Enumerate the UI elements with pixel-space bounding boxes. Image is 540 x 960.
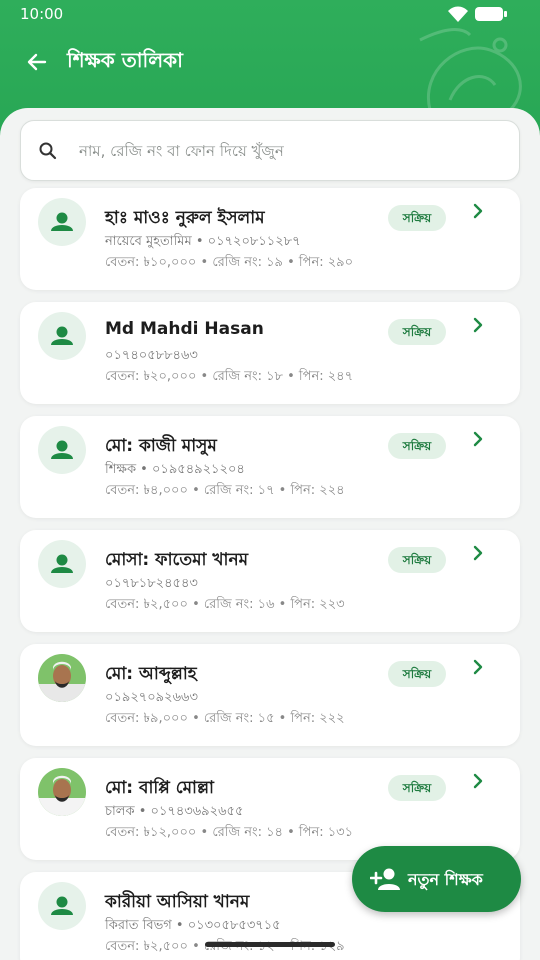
chevron-right-icon[interactable]: [468, 657, 488, 677]
chevron-right-icon[interactable]: [468, 429, 488, 449]
chevron-right-icon[interactable]: [468, 315, 488, 335]
teacher-role-phone: শিক্ষক • ০১৯৫৪৯২১২০৪: [105, 462, 245, 477]
page-title: শিক্ষক তালিকা: [67, 48, 183, 72]
teacher-salary-info: বেতন: ৳১০,০০০ • রেজি নং: ১৯ • পিন: ২৯০: [105, 255, 354, 270]
status-badge: সক্রিয়: [388, 319, 446, 345]
search-input[interactable]: [79, 133, 499, 169]
teacher-card[interactable]: মোসা: ফাতেমা খানম ০১৭৮১৮২৪৫৪৩ বেতন: ৳২,৫০০…: [20, 530, 520, 632]
status-badge: সক্রিয়: [388, 547, 446, 573]
teacher-salary-info: বেতন: ৳১২,০০০ • রেজি নং: ১৪ • পিন: ১৩১: [105, 825, 354, 840]
battery-icon: [475, 7, 507, 21]
avatar: [38, 654, 86, 702]
chevron-right-icon[interactable]: [468, 201, 488, 221]
add-teacher-button[interactable]: নতুন শিক্ষক: [352, 846, 521, 912]
teacher-role-phone: চালক • ০১৭৪৩৬৯২৬৫৫: [105, 804, 244, 819]
teacher-salary-info: বেতন: ৳২,৫০০ • রেজি নং: ১৬ • পিন: ২২৩: [105, 597, 345, 612]
avatar: [38, 312, 86, 360]
status-badge: সক্রিয়: [388, 433, 446, 459]
status-time: 10:00: [20, 5, 64, 23]
avatar: [38, 540, 86, 588]
profile-photo: [38, 654, 86, 702]
avatar: [38, 198, 86, 246]
person-icon: [51, 212, 73, 231]
status-badge: সক্রিয়: [388, 775, 446, 801]
teacher-card[interactable]: Md Mahdi Hasan ০১৭৪০৫৮৮৪৬৩ বেতন: ৳২০,০০০ •…: [20, 302, 520, 404]
add-teacher-label: নতুন শিক্ষক: [408, 870, 483, 889]
person-icon: [51, 326, 73, 345]
add-person-icon: [370, 868, 400, 890]
avatar: [38, 882, 86, 930]
teacher-salary-info: বেতন: ৳২,৫০০ • রেজি নং: ১২ • পিন: ১২৯: [105, 939, 345, 954]
profile-photo: [38, 768, 86, 816]
chevron-right-icon[interactable]: [468, 543, 488, 563]
chevron-right-icon[interactable]: [468, 771, 488, 791]
search-bar[interactable]: [20, 120, 520, 181]
title-bar: শিক্ষক তালিকা: [0, 40, 540, 80]
teacher-role-phone: ০১৭৮১৮২৪৫৪৩: [105, 576, 198, 591]
back-arrow-icon[interactable]: [25, 50, 49, 74]
person-icon: [51, 896, 73, 915]
avatar: [38, 768, 86, 816]
avatar: [38, 426, 86, 474]
teacher-name: মো: কাজী মাসুম: [105, 436, 217, 456]
teacher-name: হাঃ মাওঃ নুরুল ইসলাম: [105, 208, 265, 228]
teacher-role-phone: নায়েবে মুহতামিম • ০১৭২০৮১১২৮৭: [105, 234, 301, 249]
teacher-name: কারীয়া আসিয়া খানম: [105, 892, 250, 912]
teacher-role-phone: ০১৯২৭০৯২৬৬৩: [105, 690, 198, 705]
teacher-card[interactable]: মো: কাজী মাসুম শিক্ষক • ০১৯৫৪৯২১২০৪ বেতন: …: [20, 416, 520, 518]
teacher-salary-info: বেতন: ৳৪,০০০ • রেজি নং: ১৭ • পিন: ২২৪: [105, 483, 345, 498]
status-badge: সক্রিয়: [388, 661, 446, 687]
teacher-role-phone: কিরাত বিভগ • ০১৩০৫৮৫৩৭১৫: [105, 918, 281, 933]
teacher-card[interactable]: মো: আব্দুল্লাহ ০১৯২৭০৯২৬৬৩ বেতন: ৳৯,০০০ • …: [20, 644, 520, 746]
teacher-salary-info: বেতন: ৳৯,০০০ • রেজি নং: ১৫ • পিন: ২২২: [105, 711, 345, 726]
teacher-salary-info: বেতন: ৳২০,০০০ • রেজি নং: ১৮ • পিন: ২৪৭: [105, 369, 354, 384]
teacher-name: মো: বাপ্পি মোল্লা: [105, 778, 214, 798]
search-icon: [39, 142, 57, 160]
person-icon: [51, 440, 73, 459]
status-bar: 10:00: [0, 0, 540, 30]
wifi-icon: [448, 6, 468, 22]
teacher-role-phone: ০১৭৪০৫৮৮৪৬৩: [105, 348, 198, 363]
teacher-card[interactable]: মো: বাপ্পি মোল্লা চালক • ০১৭৪৩৬৯২৬৫৫ বেতন:…: [20, 758, 520, 860]
teacher-name: মোসা: ফাতেমা খানম: [105, 550, 249, 570]
teacher-name: Md Mahdi Hasan: [105, 319, 264, 339]
person-icon: [51, 554, 73, 573]
home-indicator: [205, 942, 335, 947]
status-badge: সক্রিয়: [388, 205, 446, 231]
teacher-card[interactable]: হাঃ মাওঃ নুরুল ইসলাম নায়েবে মুহতামিম • ০…: [20, 188, 520, 290]
teacher-name: মো: আব্দুল্লাহ: [105, 664, 197, 684]
